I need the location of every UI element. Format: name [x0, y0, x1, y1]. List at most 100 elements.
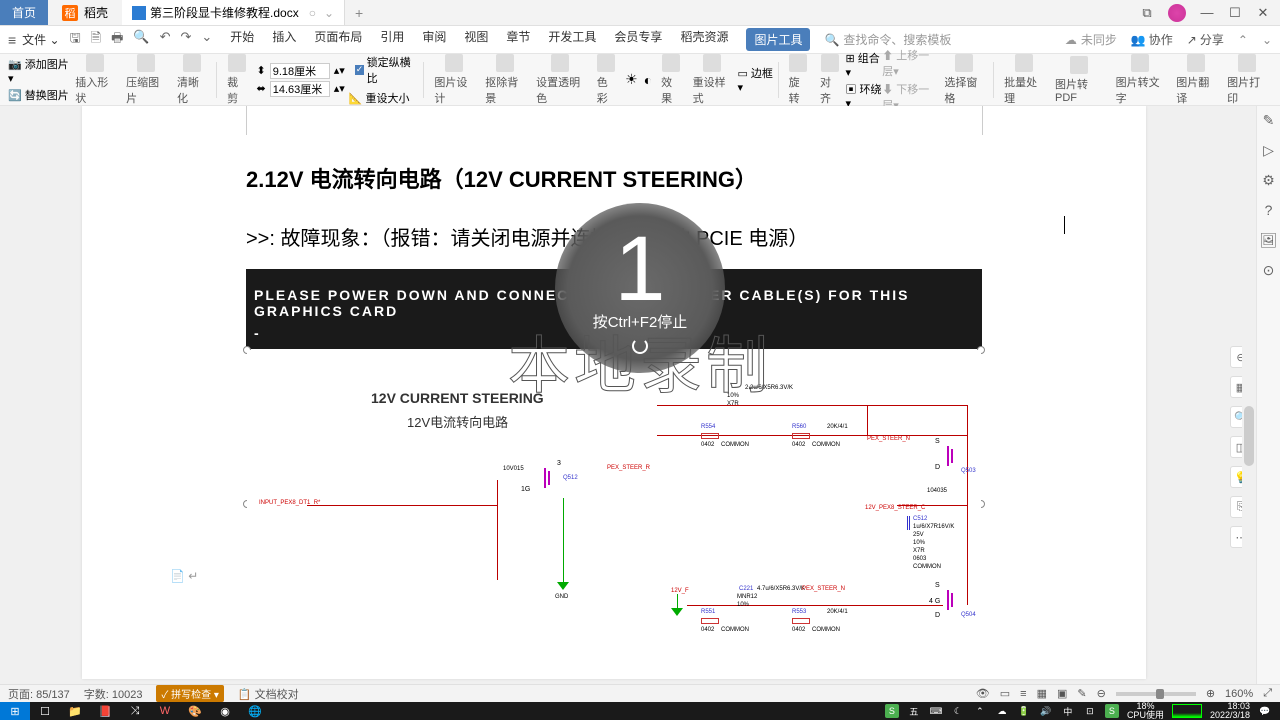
- cpu-graph[interactable]: [1172, 704, 1202, 718]
- notifications-icon[interactable]: 💬: [1258, 704, 1272, 718]
- page-indicator[interactable]: 页面: 85/137: [8, 686, 70, 702]
- close-button[interactable]: ✕: [1256, 6, 1270, 20]
- zoom-in-button[interactable]: ⊕: [1206, 687, 1215, 700]
- contrast-icon[interactable]: ◐: [644, 72, 652, 88]
- pic-translate-button[interactable]: 图片翻译: [1170, 52, 1221, 108]
- tray-expand-icon[interactable]: ⌃: [973, 704, 987, 718]
- batch-button[interactable]: 批量处理: [998, 52, 1049, 108]
- obs-app-icon[interactable]: ◉: [210, 702, 240, 720]
- zoom-fit-icon[interactable]: ⤢: [1263, 687, 1272, 700]
- tab-pic-tools[interactable]: 图片工具: [746, 28, 810, 51]
- insert-shape-button[interactable]: 插入形状: [69, 52, 120, 108]
- sharpen-button[interactable]: 清晰化: [171, 52, 212, 108]
- height-input[interactable]: [270, 63, 330, 79]
- wordcount-indicator[interactable]: 字数: 10023: [84, 686, 143, 702]
- view-page-icon[interactable]: ▭: [1000, 687, 1010, 700]
- view-focus-icon[interactable]: ▣: [1057, 687, 1067, 700]
- reset-size-button[interactable]: 📐 重设大小: [349, 90, 420, 106]
- bios-error-image[interactable]: PLEASE POWER DOWN AND CONNECT THE PCIe P…: [246, 269, 982, 349]
- file-menu[interactable]: 文件 ⌄: [22, 31, 59, 48]
- sidebar-settings-icon[interactable]: ⚙: [1261, 172, 1277, 188]
- ime-mode-label[interactable]: 五: [907, 704, 921, 718]
- proofread-button[interactable]: 📋 文档校对: [238, 686, 299, 702]
- taskview-button[interactable]: ☐: [30, 702, 60, 720]
- qat-dropdown-icon[interactable]: ⌄: [201, 29, 212, 51]
- sogou-tray-icon[interactable]: S: [1105, 704, 1119, 718]
- spellcheck-badge[interactable]: ✓ 拼写检查 ▾: [156, 685, 223, 702]
- chrome-icon[interactable]: 🌐: [240, 702, 270, 720]
- sidebar-image-icon[interactable]: 🖼: [1261, 232, 1277, 248]
- tab-start[interactable]: 开始: [230, 28, 254, 51]
- window-multi-icon[interactable]: ⧉: [1140, 6, 1154, 20]
- ime-lang-label[interactable]: 中: [1061, 704, 1075, 718]
- tab-docao-res[interactable]: 稻壳资源: [680, 28, 728, 51]
- share-button[interactable]: ↗分享: [1187, 31, 1224, 48]
- tab-docao-icon[interactable]: 稻: [62, 5, 78, 21]
- moon-icon[interactable]: ☾: [951, 704, 965, 718]
- sidebar-pencil-icon[interactable]: ✎: [1261, 112, 1277, 128]
- undo-icon[interactable]: ↶: [160, 29, 171, 51]
- pic-print-button[interactable]: 图片打印: [1221, 52, 1272, 108]
- transparency-button[interactable]: 设置透明色: [530, 52, 591, 108]
- shuffle-app-icon[interactable]: ⤨: [120, 702, 150, 720]
- tab-add[interactable]: +: [345, 1, 373, 25]
- sync-status[interactable]: ☁未同步: [1065, 31, 1117, 48]
- paint-app-icon[interactable]: 🎨: [180, 702, 210, 720]
- volume-icon[interactable]: 🔊: [1039, 704, 1053, 718]
- start-button[interactable]: ⊞: [0, 702, 30, 720]
- pdf-app-icon[interactable]: 📕: [90, 702, 120, 720]
- group-button[interactable]: ⊞ 组合▾: [845, 50, 882, 79]
- hamburger-icon[interactable]: ≡: [8, 32, 16, 48]
- zoom-slider[interactable]: [1116, 692, 1196, 696]
- selection-pane-button[interactable]: 选择窗格: [938, 52, 989, 108]
- width-input[interactable]: [270, 81, 330, 97]
- doc-dropdown-icon[interactable]: ⌄: [324, 6, 334, 20]
- minimize-button[interactable]: —: [1200, 6, 1214, 20]
- schematic-image-selected[interactable]: 12V CURRENT STEERING 12V电流转向电路 INPUT_PEX…: [246, 349, 982, 659]
- view-edit-icon[interactable]: ✎: [1077, 687, 1086, 700]
- tab-home[interactable]: 首页: [0, 0, 48, 25]
- brightness-icon[interactable]: ☀: [625, 71, 638, 88]
- clock[interactable]: 18:03 2022/3/18: [1210, 702, 1250, 720]
- redo-icon[interactable]: ↷: [180, 29, 191, 51]
- tab-devtools[interactable]: 开发工具: [548, 28, 596, 51]
- connect-icon[interactable]: ⊡: [1083, 704, 1097, 718]
- sidebar-help-icon[interactable]: ?: [1261, 202, 1277, 218]
- compress-button[interactable]: 压缩图片: [120, 52, 171, 108]
- explorer-icon[interactable]: 📁: [60, 702, 90, 720]
- tab-docao-label[interactable]: 稻壳: [84, 4, 108, 21]
- pic-design-button[interactable]: 图片设计: [428, 52, 479, 108]
- pic2pdf-button[interactable]: 图片转PDF: [1049, 54, 1110, 106]
- save-icon[interactable]: 🖫: [70, 29, 81, 51]
- lock-ratio-checkbox[interactable]: 锁定纵横比: [355, 54, 414, 86]
- effects-button[interactable]: 效果: [655, 52, 686, 108]
- tab-page-layout[interactable]: 页面布局: [314, 28, 362, 51]
- view-outline-icon[interactable]: ≡: [1020, 688, 1026, 700]
- up-layer-button[interactable]: ⬆ 上移一层▾: [882, 47, 938, 79]
- sidebar-location-icon[interactable]: ⊙: [1261, 262, 1277, 278]
- replace-picture-button[interactable]: 🔄 替换图片: [8, 87, 69, 103]
- pic2text-button[interactable]: 图片转文字: [1110, 52, 1171, 108]
- print-icon[interactable]: 🖶: [111, 29, 123, 51]
- crop-button[interactable]: 裁剪: [221, 52, 252, 108]
- recolor-button[interactable]: 色彩: [591, 52, 622, 108]
- preview-icon[interactable]: 🔍: [133, 29, 149, 51]
- border-button[interactable]: ▭ 边框▾: [737, 65, 773, 94]
- battery-icon[interactable]: 🔋: [1017, 704, 1031, 718]
- zoom-level[interactable]: 160%: [1225, 688, 1253, 700]
- align-button[interactable]: 对齐: [814, 52, 845, 108]
- rotate-button[interactable]: 旋转: [783, 52, 814, 108]
- ribbon-more-icon[interactable]: ⌄: [1262, 33, 1272, 47]
- wps-app-icon[interactable]: W: [150, 702, 180, 720]
- tab-document[interactable]: 第三阶段显卡维修教程.docx ○ ⌄: [122, 0, 345, 25]
- maximize-button[interactable]: ☐: [1228, 6, 1242, 20]
- saveas-icon[interactable]: 🗎: [91, 29, 101, 51]
- view-web-icon[interactable]: ▦: [1037, 687, 1047, 700]
- tab-insert[interactable]: 插入: [272, 28, 296, 51]
- view-read-icon[interactable]: 👁: [976, 687, 990, 700]
- add-picture-button[interactable]: 📷 添加图片 ▾: [8, 56, 69, 85]
- sogou-ime-icon[interactable]: S: [885, 704, 899, 718]
- keyboard-icon[interactable]: ⌨: [929, 704, 943, 718]
- tab-references[interactable]: 引用: [380, 28, 404, 51]
- search-box[interactable]: 🔍 查找命令、搜索模板: [824, 31, 951, 48]
